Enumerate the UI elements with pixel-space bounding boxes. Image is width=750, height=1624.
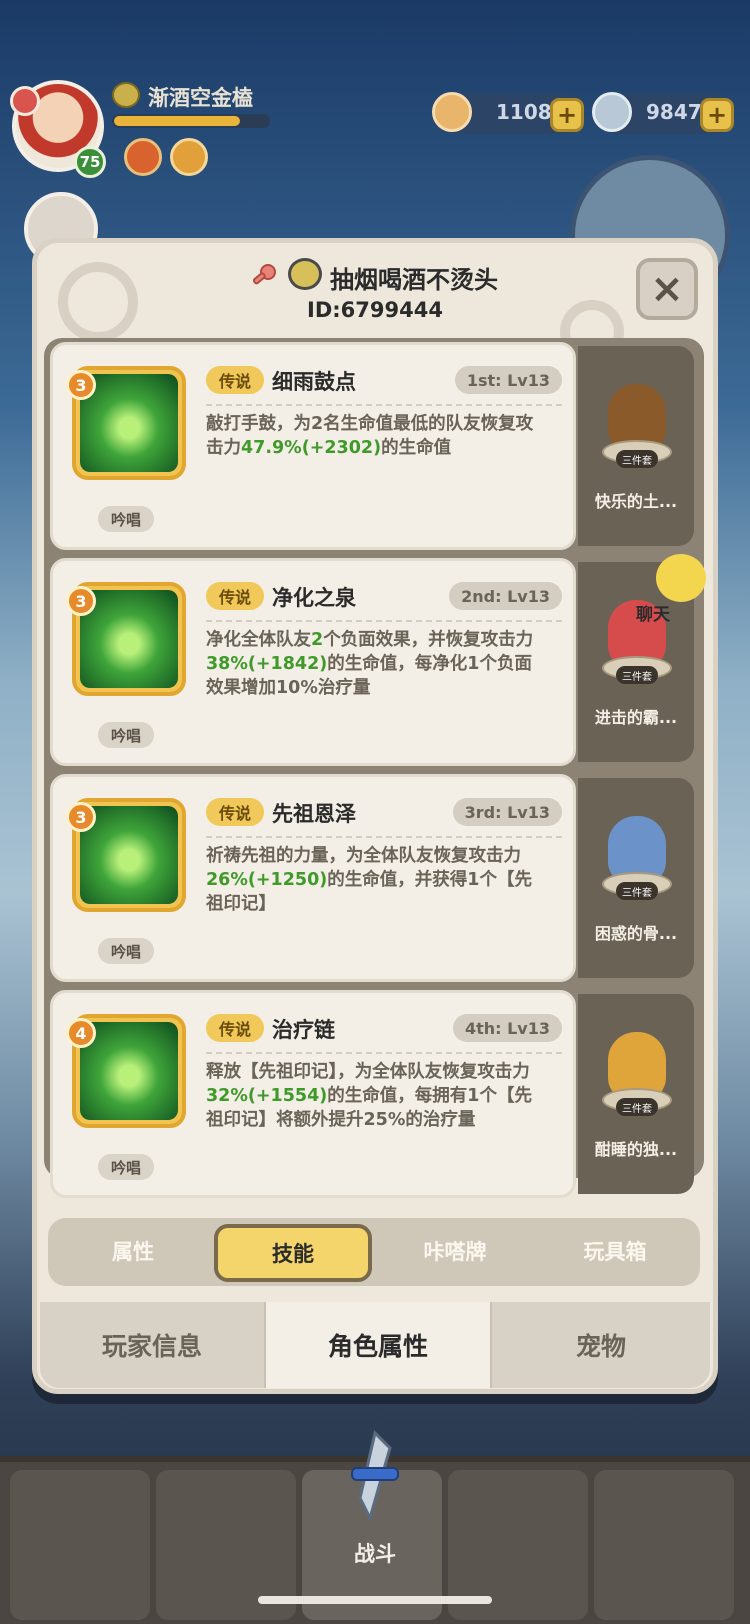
skill-star-badge: 4 bbox=[66, 1018, 96, 1048]
tab-pets[interactable]: 宠物 bbox=[492, 1302, 710, 1388]
rarity-tag: 传说 bbox=[206, 1014, 264, 1042]
pet-name: 快乐的土... bbox=[594, 492, 678, 511]
dialog-player-name: 抽烟喝酒不烫头 bbox=[330, 266, 498, 294]
tab-player-info[interactable]: 玩家信息 bbox=[40, 1302, 264, 1388]
key-icon bbox=[252, 264, 276, 285]
description-text: 祈祷先祖的力量，为全体队友恢复攻击力 bbox=[206, 846, 521, 866]
shell-icon bbox=[432, 92, 472, 132]
description-text: 个负面效果，并恢复攻击力 bbox=[323, 630, 534, 650]
skill-name: 净化之泉 bbox=[272, 586, 356, 610]
cast-type-tag: 吟唱 bbox=[98, 938, 154, 964]
achievement-badge-icon[interactable] bbox=[170, 138, 208, 176]
skill-star-badge: 3 bbox=[66, 370, 96, 400]
pet-set-tag: 三件套 bbox=[616, 666, 658, 684]
achievement-badge-icon[interactable] bbox=[124, 138, 162, 176]
description-text: 释放【先祖印记】，为全体队友恢复攻击力 bbox=[206, 1062, 530, 1082]
player-level-badge: 75 bbox=[74, 146, 106, 178]
heal-value: 26%(+1250) bbox=[206, 870, 328, 890]
tab-character-attributes[interactable]: 角色属性 bbox=[264, 1302, 492, 1388]
skill-level: 3rd: Lv13 bbox=[452, 798, 562, 826]
pearl-count: 9847 bbox=[646, 100, 702, 124]
skill-star-badge: 3 bbox=[66, 586, 96, 616]
divider bbox=[206, 1052, 562, 1054]
home-indicator bbox=[258, 1596, 492, 1604]
title-face-icon bbox=[288, 258, 322, 290]
heal-value: 47.9%(+2302) bbox=[241, 438, 382, 458]
pet-set-tag: 三件套 bbox=[616, 450, 658, 468]
skill-level: 4th: Lv13 bbox=[452, 1014, 562, 1042]
tab-toybox[interactable]: 玩具箱 bbox=[540, 1236, 690, 1266]
chat-icon[interactable] bbox=[656, 554, 706, 602]
skill-star-badge: 3 bbox=[66, 802, 96, 832]
pin-icon bbox=[10, 86, 40, 116]
description-text: 的生命值 bbox=[381, 438, 452, 458]
pet-name: 困惑的骨... bbox=[594, 924, 678, 943]
skill-description: 祈祷先祖的力量，为全体队友恢复攻击力26%(+1250)的生命值，并获得1个【先… bbox=[206, 844, 548, 916]
cast-type-tag: 吟唱 bbox=[98, 506, 154, 532]
rarity-tag: 传说 bbox=[206, 798, 264, 826]
heal-value: 32%(+1554) bbox=[206, 1086, 328, 1106]
pet-name: 酣睡的独... bbox=[594, 1140, 678, 1159]
skill-description: 敲打手鼓，为2名生命值最低的队友恢复攻击力47.9%(+2302)的生命值 bbox=[206, 412, 548, 460]
rarity-tag: 传说 bbox=[206, 582, 264, 610]
cast-type-tag: 吟唱 bbox=[98, 722, 154, 748]
description-text: 净化全体队友 bbox=[206, 630, 311, 650]
title-face-icon bbox=[112, 82, 140, 108]
pet-name: 进击的霸... bbox=[594, 708, 678, 727]
divider bbox=[206, 836, 562, 838]
pet-set-tag: 三件套 bbox=[616, 882, 658, 900]
skill-level: 1st: Lv13 bbox=[454, 366, 562, 394]
shell-count: 1108 bbox=[496, 100, 552, 124]
cast-type-tag: 吟唱 bbox=[98, 1154, 154, 1180]
add-pearl-button[interactable]: + bbox=[700, 98, 734, 132]
skill-name: 治疗链 bbox=[272, 1018, 335, 1042]
tab-attributes[interactable]: 属性 bbox=[58, 1236, 208, 1266]
skill-name: 细雨鼓点 bbox=[272, 370, 356, 394]
hud-player-name: 渐酒空金榼 bbox=[148, 86, 253, 110]
pet-set-tag: 三件套 bbox=[616, 1098, 658, 1116]
skill-name: 先祖恩泽 bbox=[272, 802, 356, 826]
skill-description: 净化全体队友2个负面效果，并恢复攻击力38%(+1842)的生命值，每净化1个负… bbox=[206, 628, 548, 700]
close-button[interactable]: × bbox=[636, 258, 698, 320]
pearl-icon bbox=[592, 92, 632, 132]
heal-value: 2 bbox=[311, 630, 324, 650]
divider bbox=[206, 620, 562, 622]
skill-description: 释放【先祖印记】，为全体队友恢复攻击力32%(+1554)的生命值，每拥有1个【… bbox=[206, 1060, 548, 1132]
heal-value: 38%(+1842) bbox=[206, 654, 328, 674]
sword-icon bbox=[351, 1430, 399, 1523]
tab-kada-cards[interactable]: 咔嗒牌 bbox=[380, 1236, 530, 1266]
xp-bar-fill bbox=[114, 116, 240, 126]
rarity-tag: 传说 bbox=[206, 366, 264, 394]
nav-label-battle: 战斗 bbox=[354, 1542, 396, 1566]
divider bbox=[206, 404, 562, 406]
tab-skills[interactable]: 技能 bbox=[214, 1224, 372, 1282]
add-shell-button[interactable]: + bbox=[550, 98, 584, 132]
skill-level: 2nd: Lv13 bbox=[449, 582, 562, 610]
chat-label[interactable]: 聊天 bbox=[636, 600, 670, 625]
